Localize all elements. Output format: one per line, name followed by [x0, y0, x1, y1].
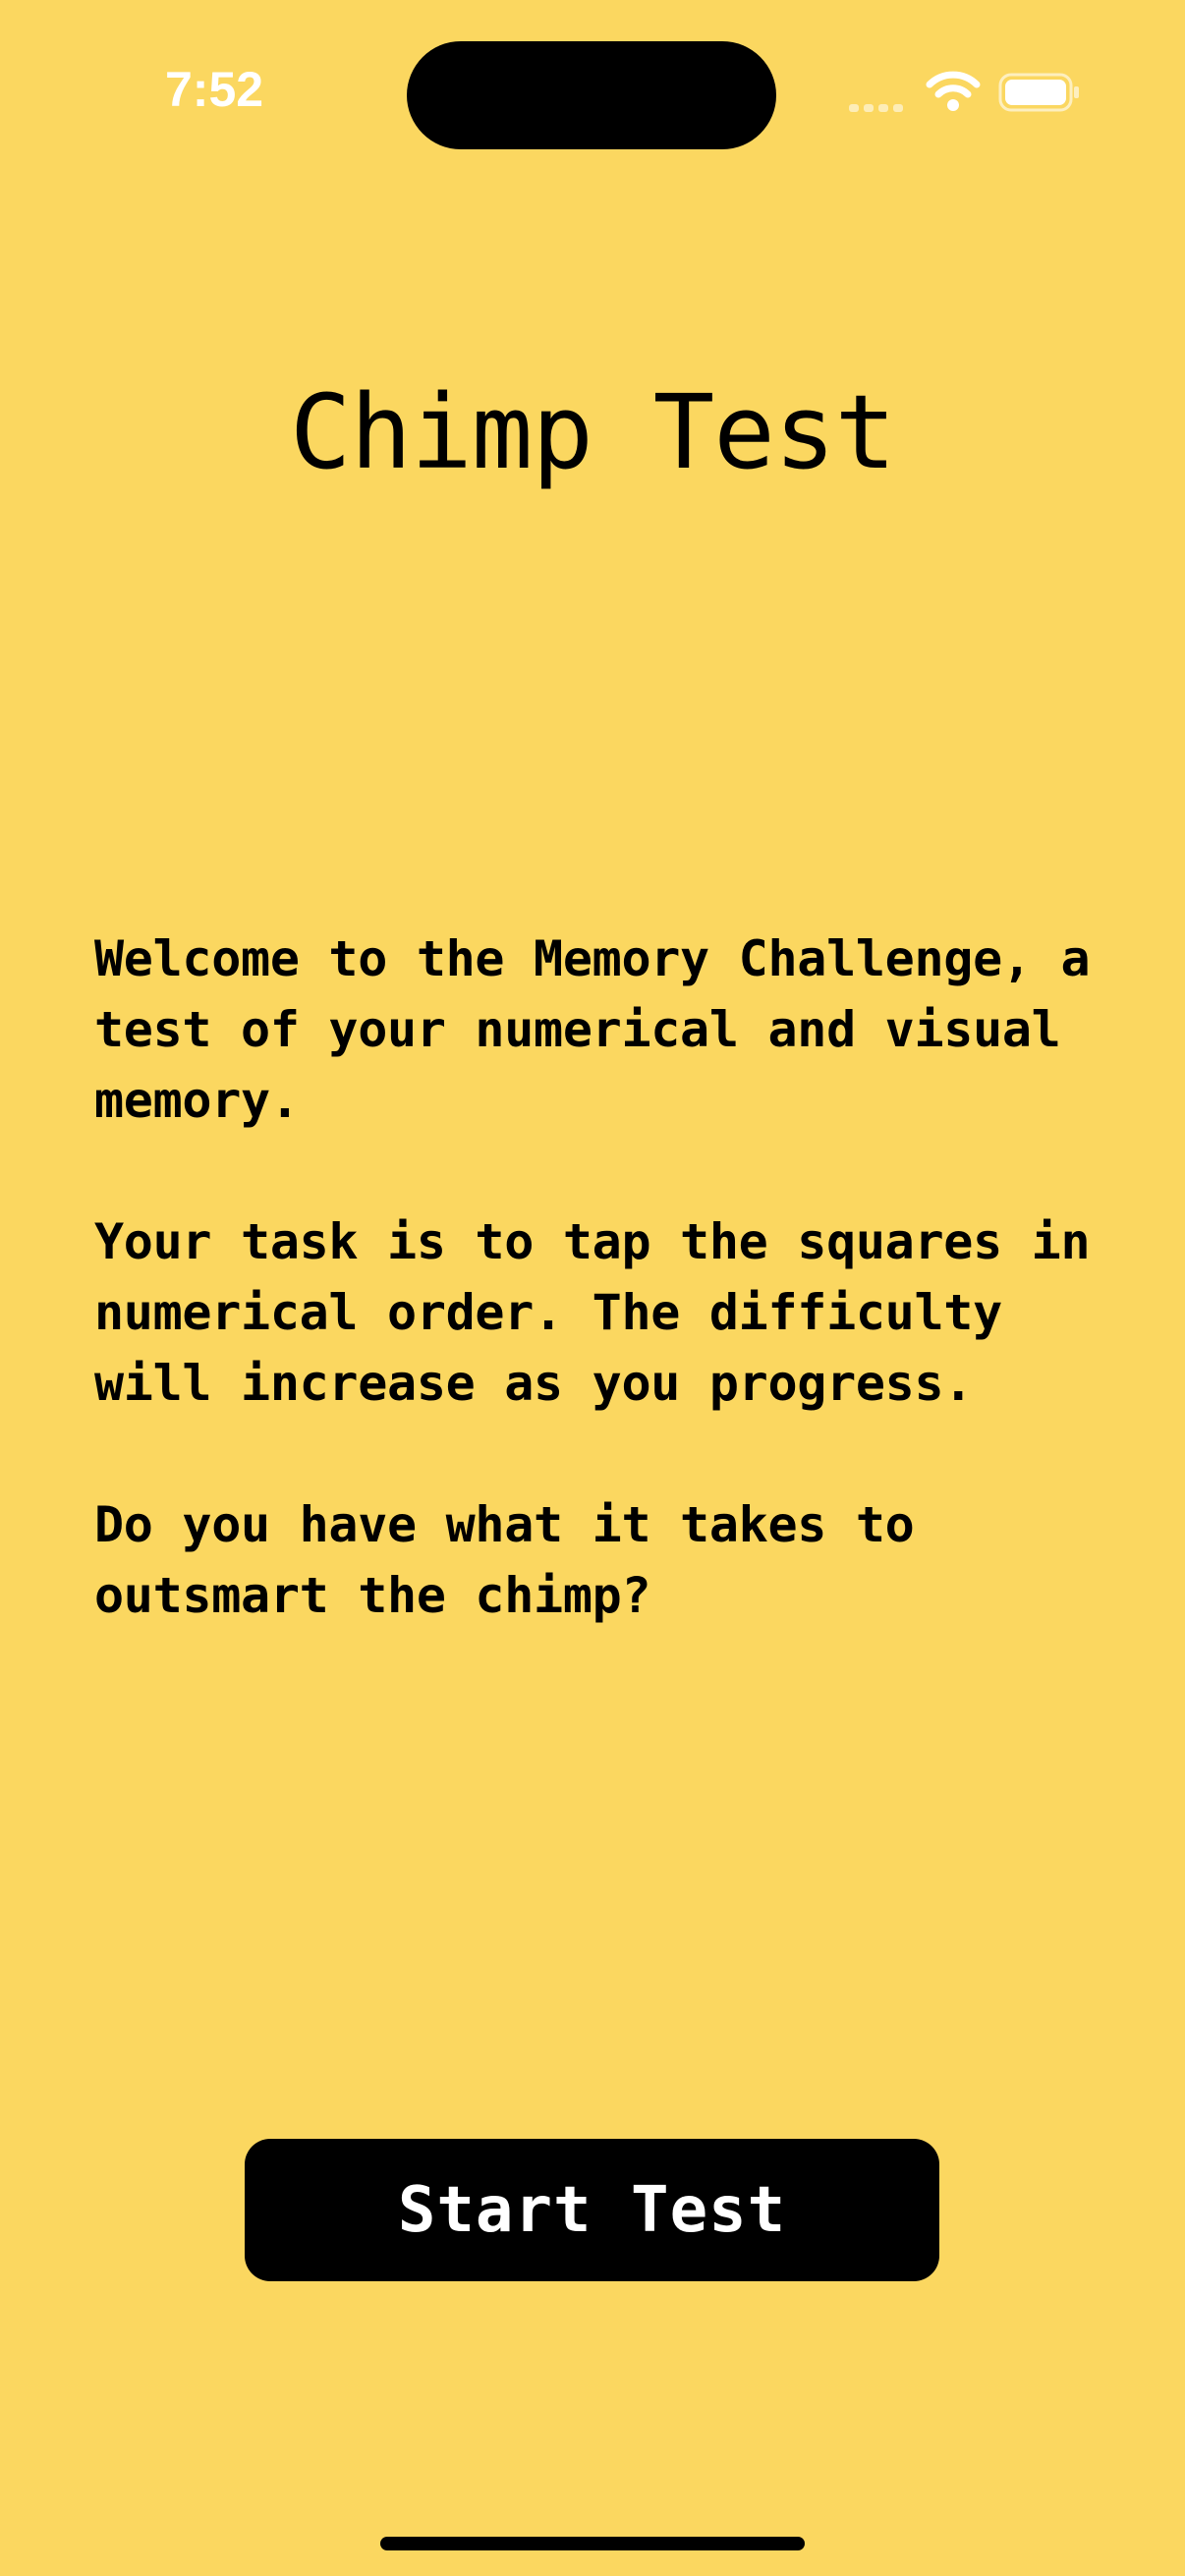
intro-text: Welcome to the Memory Challenge, a test …	[94, 924, 1116, 1702]
status-time: 7:52	[165, 62, 264, 117]
battery-icon	[998, 73, 1079, 112]
dynamic-island	[407, 41, 776, 149]
page-title: Chimp Test	[289, 372, 896, 492]
intro-paragraph: Do you have what it takes to outsmart th…	[94, 1496, 915, 1624]
intro-paragraph: Your task is to tap the squares in numer…	[94, 1213, 1091, 1412]
intro-paragraph: Welcome to the Memory Challenge, a test …	[94, 930, 1091, 1129]
wifi-icon	[926, 71, 981, 111]
home-indicator[interactable]	[380, 2537, 805, 2550]
start-test-button[interactable]: Start Test	[245, 2139, 939, 2281]
signal-icon	[849, 100, 906, 112]
